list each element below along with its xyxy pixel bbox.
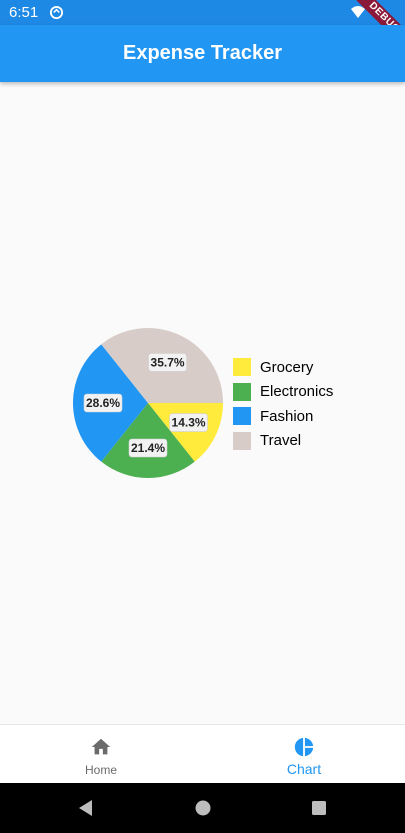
nav-label-home: Home <box>84 763 117 777</box>
sync-icon <box>49 5 64 20</box>
legend-item: Fashion <box>233 404 333 429</box>
recents-icon[interactable] <box>305 783 333 833</box>
slice-label-fashion: 28.6% <box>83 393 123 413</box>
chart-legend: Grocery Electronics Fashion Travel <box>233 355 333 453</box>
status-time: 6:51 <box>9 4 39 21</box>
system-navigation-bar <box>0 783 405 833</box>
slice-label-grocery: 14.3% <box>169 413 208 432</box>
svg-text:28.6%: 28.6% <box>86 396 120 410</box>
legend-swatch <box>233 407 251 426</box>
status-bar: 6:51 <box>0 0 405 25</box>
svg-text:14.3%: 14.3% <box>172 416 206 430</box>
legend-label: Grocery <box>260 358 314 376</box>
legend-item: Travel <box>233 429 333 454</box>
slice-label-travel: 35.7% <box>148 353 187 372</box>
legend-item: Electronics <box>233 380 333 405</box>
page-title: Expense Tracker <box>123 42 282 64</box>
nav-item-home[interactable]: Home <box>0 725 202 784</box>
legend-label: Travel <box>260 432 302 450</box>
back-icon[interactable] <box>72 783 100 833</box>
pie-chart-icon <box>294 737 314 757</box>
legend-label: Fashion <box>260 407 314 425</box>
legend-swatch <box>233 431 251 450</box>
bottom-navigation: Home Chart <box>0 724 405 783</box>
pie-chart: 14.3% 21.4% 28.6% 35.7% <box>72 328 224 478</box>
svg-text:35.7%: 35.7% <box>151 355 185 369</box>
legend-swatch <box>233 382 251 401</box>
slice-label-electronics: 21.4% <box>128 438 168 458</box>
legend-label: Electronics <box>260 383 334 401</box>
app-bar: Expense Tracker <box>0 25 405 82</box>
legend-item: Grocery <box>233 355 333 380</box>
nav-item-chart[interactable]: Chart <box>203 725 405 784</box>
nav-label-chart: Chart <box>286 761 322 777</box>
home-icon <box>91 738 111 755</box>
chart-area: 14.3% 21.4% 28.6% 35.7% Grocery Electronics… <box>0 82 405 724</box>
legend-swatch <box>233 358 251 377</box>
status-icons <box>351 6 382 19</box>
home-circle-icon[interactable] <box>189 783 217 833</box>
battery-icon <box>375 7 382 19</box>
wifi-icon <box>351 6 365 18</box>
svg-text:21.4%: 21.4% <box>131 441 165 455</box>
